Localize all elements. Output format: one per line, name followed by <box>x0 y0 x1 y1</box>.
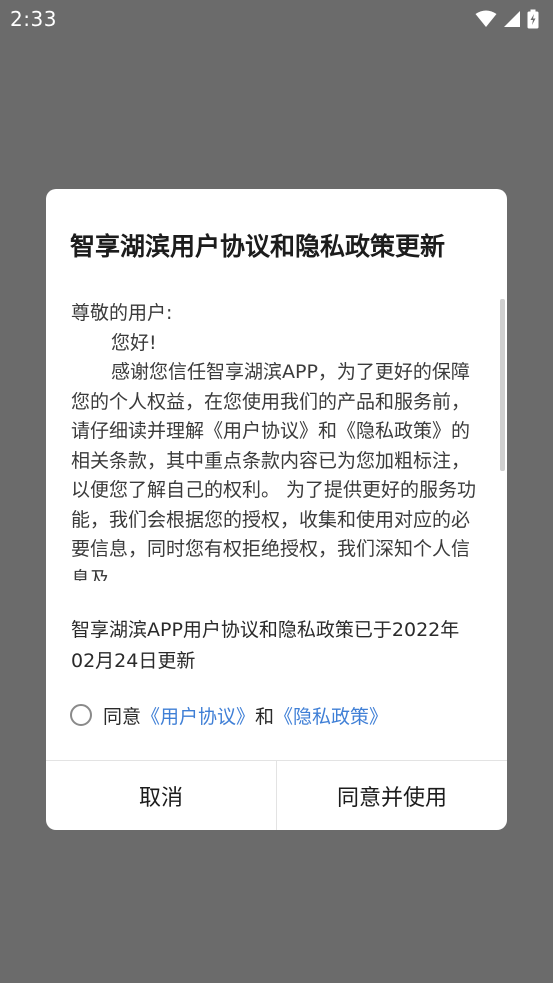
agree-radio[interactable] <box>70 704 92 726</box>
wifi-icon <box>475 10 497 27</box>
agreement-content[interactable]: 尊敬的用户: 您好! 感谢您信任智享湖滨APP，为了更好的保障您的个人权益，在您… <box>71 299 481 581</box>
greeting-text: 尊敬的用户: <box>71 302 173 324</box>
agree-and-use-button[interactable]: 同意并使用 <box>276 761 507 830</box>
user-agreement-link[interactable]: 《用户协议》 <box>141 702 255 729</box>
dialog-buttons: 取消 同意并使用 <box>46 760 507 830</box>
cancel-button[interactable]: 取消 <box>46 761 276 830</box>
update-notice: 智享湖滨APP用户协议和隐私政策已于2022年02月24日更新 <box>71 619 460 672</box>
scrollbar-thumb[interactable] <box>500 299 505 471</box>
and-text: 和 <box>255 705 275 728</box>
privacy-dialog: 智享湖滨用户协议和隐私政策更新 尊敬的用户: 您好! 感谢您信任智享湖滨APP，… <box>46 189 507 830</box>
privacy-policy-link[interactable]: 《隐私政策》 <box>274 702 388 729</box>
hello-text: 您好! <box>111 331 157 354</box>
battery-icon <box>527 9 539 29</box>
agreement-body-text: 感谢您信任智享湖滨APP，为了更好的保障您的个人权益，在您使用我们的产品和服务前… <box>71 361 477 581</box>
status-time: 2:33 <box>10 7 57 31</box>
status-bar: 2:33 <box>0 0 553 38</box>
signal-icon <box>504 11 520 27</box>
status-icons <box>475 9 539 29</box>
agree-label[interactable]: 同意 <box>103 702 141 729</box>
agree-row: 同意 《用户协议》 和 《隐私政策》 <box>70 701 388 729</box>
content-scrollbar[interactable] <box>500 299 505 581</box>
dialog-title: 智享湖滨用户协议和隐私政策更新 <box>70 232 446 261</box>
